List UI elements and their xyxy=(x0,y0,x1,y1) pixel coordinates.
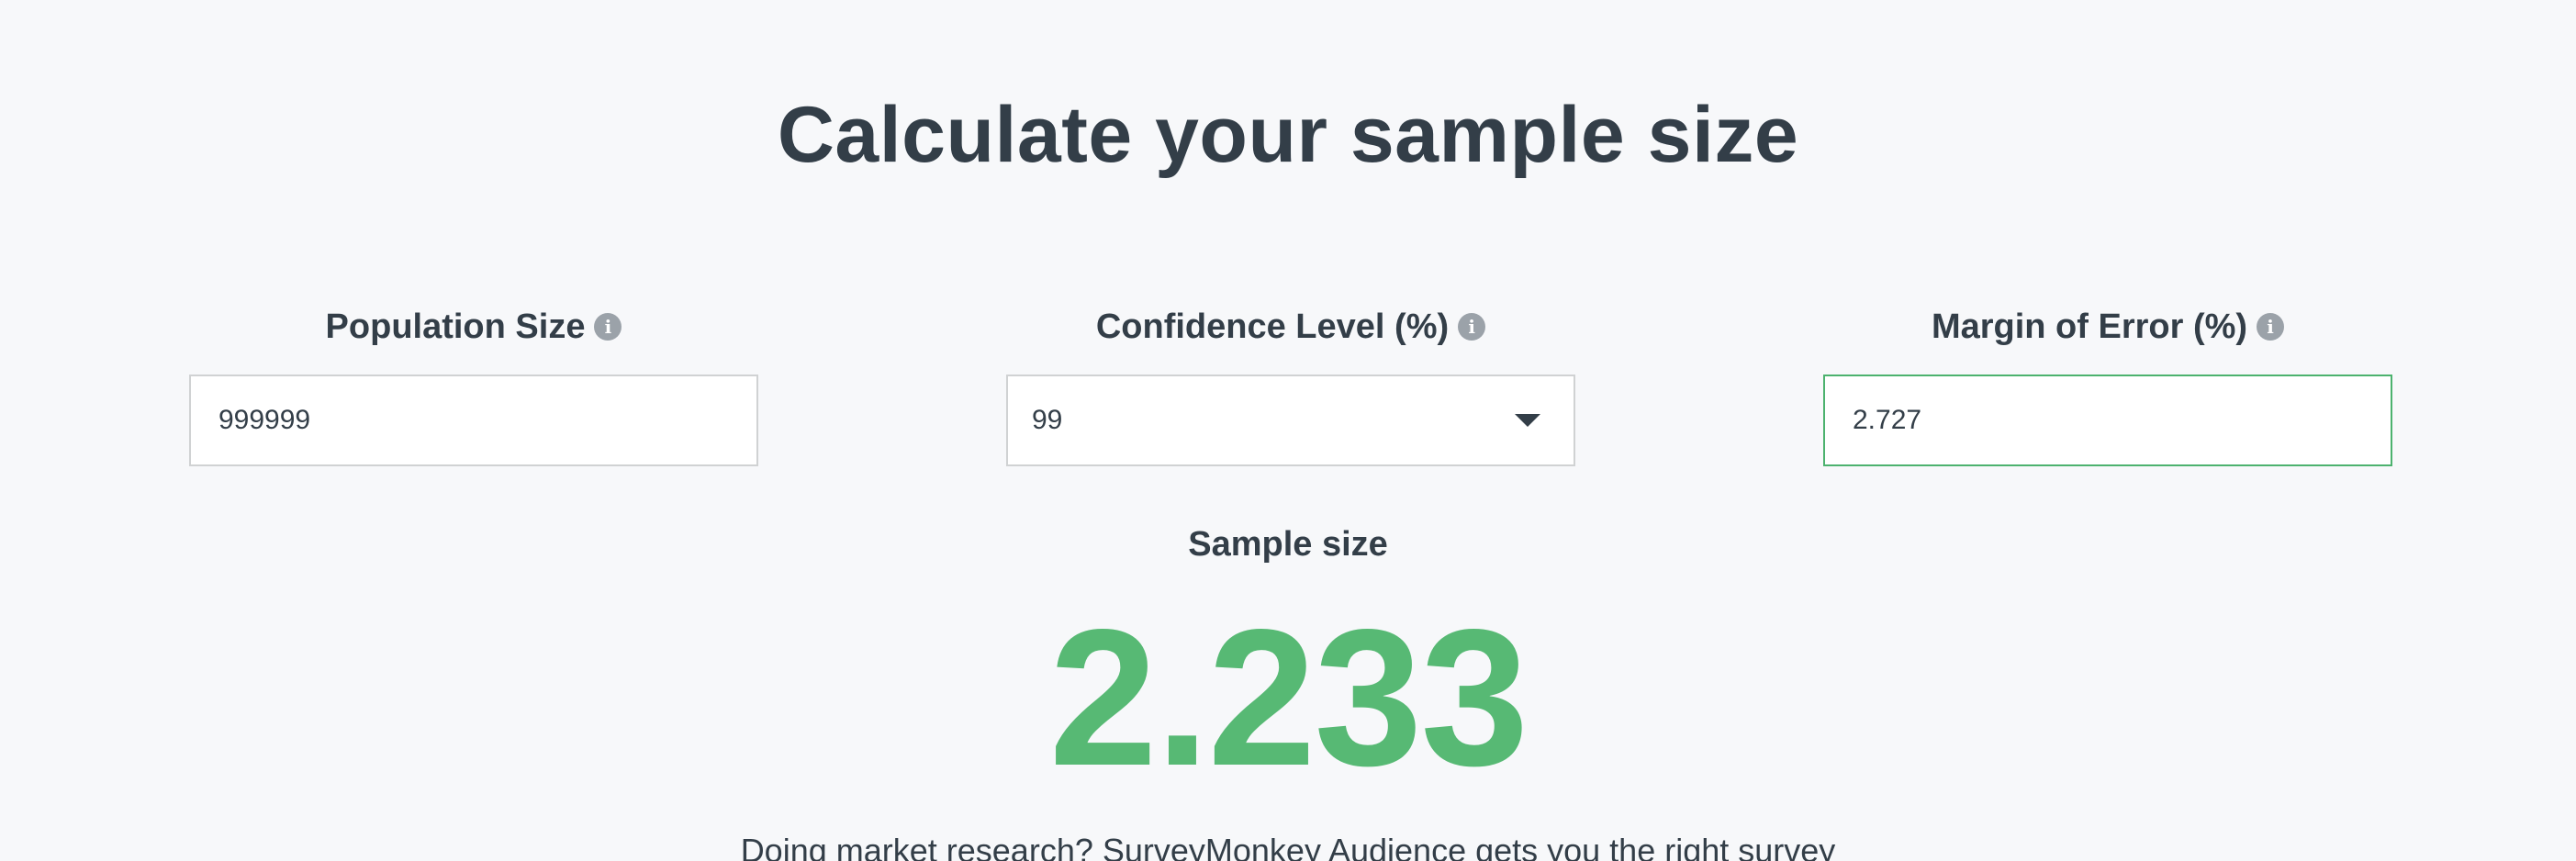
confidence-level-value: 99 xyxy=(1032,405,1063,435)
population-size-field[interactable] xyxy=(189,375,758,466)
audience-promo-text: Doing market research? SurveyMonkey Audi… xyxy=(740,832,1836,861)
population-size-label-text: Population Size xyxy=(325,307,586,346)
info-icon[interactable]: i xyxy=(1458,313,1486,341)
margin-of-error-field[interactable] xyxy=(1823,375,2392,466)
confidence-level-label-text: Confidence Level (%) xyxy=(1095,307,1450,346)
sample-size-calculator: Calculate your sample size Population Si… xyxy=(0,0,2576,861)
sample-size-label: Sample size xyxy=(1188,525,1388,564)
population-size-input[interactable] xyxy=(218,405,729,436)
margin-of-error-label: Margin of Error (%) i xyxy=(1823,301,2392,352)
margin-of-error-label-text: Margin of Error (%) xyxy=(1931,307,2248,346)
info-icon[interactable]: i xyxy=(594,313,622,341)
confidence-level-select[interactable]: 99 xyxy=(1006,375,1575,466)
sample-size-value: 2.233 xyxy=(1048,588,1529,806)
confidence-level-label: Confidence Level (%) i xyxy=(1006,301,1575,352)
info-icon[interactable]: i xyxy=(2257,313,2285,341)
page-title: Calculate your sample size xyxy=(777,91,1799,179)
chevron-down-icon[interactable] xyxy=(1515,414,1540,427)
margin-of-error-input[interactable] xyxy=(1853,405,2363,436)
population-size-label: Population Size i xyxy=(189,301,758,352)
